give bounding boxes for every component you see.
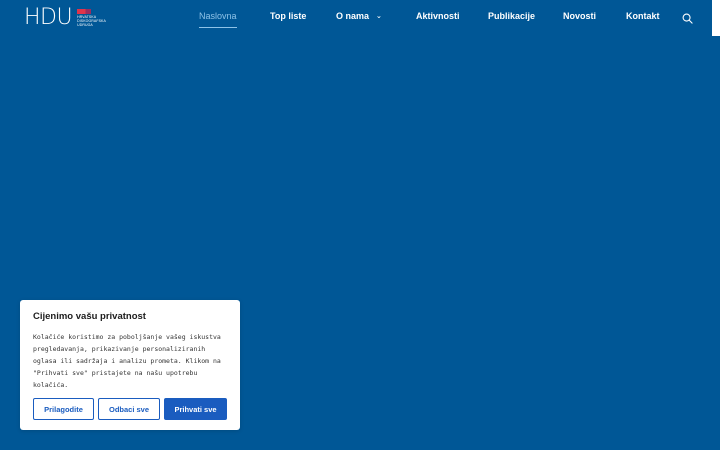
nav-item-o-nama[interactable]: O nama ⌄ (336, 11, 382, 21)
nav-item-label: Top liste (270, 11, 307, 21)
cookie-buttons: Prilagodite Odbaci sve Prihvati sve (33, 398, 227, 420)
logo-side: HRVATSKA DISKOGRAFSKA UDRUGA (77, 9, 106, 27)
search-icon[interactable] (682, 13, 693, 24)
cookie-banner: Cijenimo vašu privatnost Kolačiće korist… (20, 300, 240, 430)
nav-item-naslovna[interactable]: Naslovna (199, 11, 237, 28)
cookie-title: Cijenimo vašu privatnost (33, 311, 146, 322)
reject-all-button[interactable]: Odbaci sve (98, 398, 160, 420)
chevron-down-icon: ⌄ (376, 13, 382, 20)
nav-item-aktivnosti[interactable]: Aktivnosti (416, 11, 460, 21)
nav-item-label: Novosti (563, 11, 597, 21)
logo-subtitle: HRVATSKA DISKOGRAFSKA UDRUGA (77, 15, 106, 27)
accept-all-button[interactable]: Prihvati sve (164, 398, 227, 420)
customize-button[interactable]: Prilagodite (33, 398, 94, 420)
nav-item-publikacije[interactable]: Publikacije (488, 11, 535, 21)
nav-item-label: Naslovna (199, 11, 237, 21)
nav-item-kontakt[interactable]: Kontakt (626, 11, 660, 21)
scrollbar-strip (712, 0, 720, 36)
site-header: HDU HRVATSKA DISKOGRAFSKA UDRUGA Naslovn… (0, 0, 712, 36)
page: HDU HRVATSKA DISKOGRAFSKA UDRUGA Naslovn… (0, 0, 720, 450)
nav-active-underline (199, 27, 237, 28)
logo-mark: HDU (24, 5, 73, 30)
nav-item-label: Aktivnosti (416, 11, 460, 21)
hdu-logo[interactable]: HDU HRVATSKA DISKOGRAFSKA UDRUGA (24, 6, 106, 30)
nav-item-label: Publikacije (488, 11, 536, 21)
logo-flag-icon (77, 9, 92, 14)
nav-item-novosti[interactable]: Novosti (563, 11, 596, 21)
nav-item-label: Kontakt (626, 11, 660, 21)
cookie-text: Kolačiće koristimo za poboljšanje vašeg … (33, 333, 221, 389)
nav-item-label: O nama (336, 11, 370, 21)
nav-item-top-liste[interactable]: Top liste (270, 11, 306, 21)
